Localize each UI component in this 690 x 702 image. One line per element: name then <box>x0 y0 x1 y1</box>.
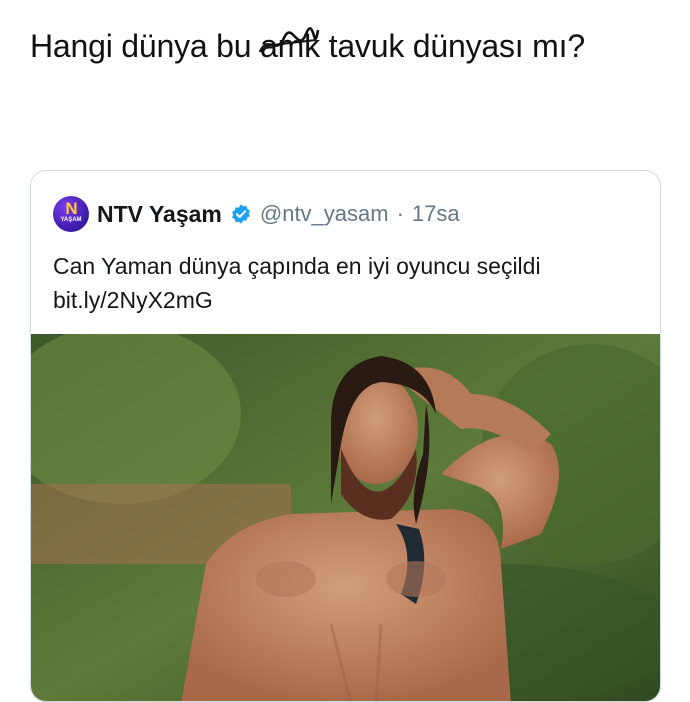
quoted-tweet-text: Can Yaman dünya çapında en iyi oyuncu se… <box>53 253 541 313</box>
timestamp[interactable]: 17sa <box>412 201 460 227</box>
post-text-before: Hangi dünya bu <box>30 28 261 64</box>
scribble-overlay <box>258 27 320 53</box>
quoted-tweet-header: N YAŞAM NTV Yaşam @ntv_yasam · 17sa <box>53 196 460 232</box>
quoted-tweet-card[interactable]: N YAŞAM NTV Yaşam @ntv_yasam · 17sa Can … <box>30 170 661 702</box>
separator: · <box>396 201 404 226</box>
post-text: Hangi dünya bu amk tavuk dünyası mı? <box>30 22 650 70</box>
verified-badge-icon <box>230 203 252 225</box>
avatar[interactable]: N YAŞAM <box>53 196 89 232</box>
avatar-letter: N <box>65 199 77 218</box>
handle[interactable]: @ntv_yasam <box>260 201 389 227</box>
scribbled-word: amk <box>258 27 320 64</box>
avatar-sub: YAŞAM <box>60 217 82 223</box>
display-name[interactable]: NTV Yaşam <box>97 201 222 228</box>
tweet-photo[interactable] <box>31 334 660 701</box>
post-text-after: tavuk dünyası mı? <box>319 28 585 64</box>
